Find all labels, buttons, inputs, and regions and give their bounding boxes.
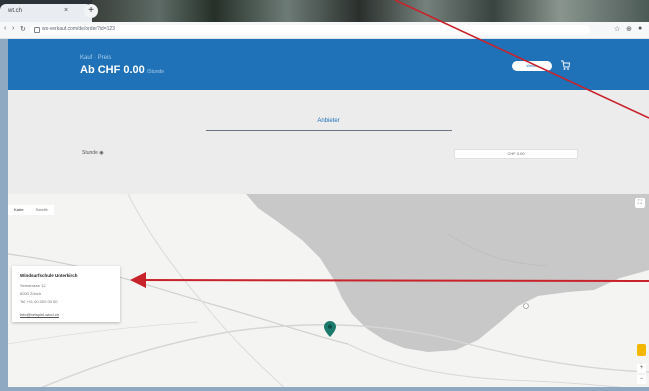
section-divider — [206, 130, 452, 131]
tab-close-icon[interactable]: × — [64, 7, 68, 14]
back-icon[interactable]: ‹ — [4, 25, 6, 32]
address-text: ws-verkauf.com/de/order?id=123 — [42, 26, 115, 32]
extensions-icon[interactable]: ⊕ — [626, 25, 632, 33]
browser-tab[interactable]: wt.ch × — [0, 4, 92, 22]
section-title: Anbieter — [317, 118, 340, 124]
location-info-card: Windsurfschule Unterkirch Seestrasse 12 … — [12, 266, 120, 322]
forward-icon[interactable]: › — [12, 25, 14, 32]
header-price: Ab CHF 0.00/Stunde — [80, 64, 164, 76]
road — [37, 324, 649, 390]
road — [8, 321, 199, 345]
page-content: Kauf · Preis Ab CHF 0.00/Stunde Weiter A… — [8, 39, 649, 391]
duration-select[interactable]: CHF 0.00 — [454, 149, 578, 159]
zoom-in-button[interactable]: + — [637, 364, 646, 373]
tab-map[interactable]: Karte — [8, 205, 30, 215]
browser-toolbar: ‹ › ↻ ws-verkauf.com/de/order?id=123 ☆ ⊕… — [0, 22, 649, 39]
tab-title: wt.ch — [8, 8, 23, 14]
provider-section: Anbieter Stunde ◉ CHF 0.00 — [8, 90, 649, 194]
location-phone: Tel +41 00 000 00 00 — [20, 299, 58, 304]
map-type-tabs: Karte Satellit — [8, 198, 54, 215]
place-marker-icon — [523, 303, 529, 309]
bottom-strip — [0, 387, 649, 391]
map-pin-icon[interactable] — [324, 321, 336, 337]
header-bar: Kauf · Preis Ab CHF 0.00/Stunde Weiter — [8, 39, 649, 90]
street-view-pegman-icon[interactable] — [637, 344, 646, 356]
fullscreen-icon[interactable]: ⛶ — [635, 198, 645, 208]
lock-icon — [34, 27, 40, 33]
road — [127, 194, 289, 391]
new-tab-button[interactable]: + — [84, 4, 98, 18]
location-name: Windsurfschule Unterkirch — [20, 273, 78, 278]
cart-icon[interactable] — [560, 60, 570, 71]
continue-button[interactable]: Weiter — [512, 61, 552, 71]
map-view[interactable]: Karte Satellit ⛶ + − Windsurfschule Unter… — [8, 194, 649, 391]
tab-bar: wt.ch × + — [0, 0, 649, 22]
reload-icon[interactable]: ↻ — [20, 25, 26, 33]
header-breadcrumb: Kauf · Preis — [80, 55, 112, 61]
profile-icon[interactable]: ● — [638, 25, 642, 32]
tab-satellite[interactable]: Satellit — [29, 205, 54, 215]
duration-label: Stunde ◉ — [82, 150, 104, 156]
bookmark-star-icon[interactable]: ☆ — [614, 25, 620, 33]
location-city: 8000 Zürich — [20, 291, 42, 296]
address-bar[interactable]: ws-verkauf.com/de/order?id=123 — [30, 25, 590, 35]
location-address: Seestrasse 12 — [20, 283, 46, 288]
zoom-out-button[interactable]: − — [637, 375, 646, 384]
price-unit: /Stunde — [146, 69, 165, 75]
browser-window: wt.ch × + ‹ › ↻ ws-verkauf.com/de/order?… — [0, 0, 649, 391]
price-value: Ab CHF 0.00 — [80, 64, 145, 76]
lake-shape — [246, 194, 649, 352]
background-photo — [92, 0, 649, 22]
location-link[interactable]: info@beispiel-wind.ch — [20, 312, 59, 317]
